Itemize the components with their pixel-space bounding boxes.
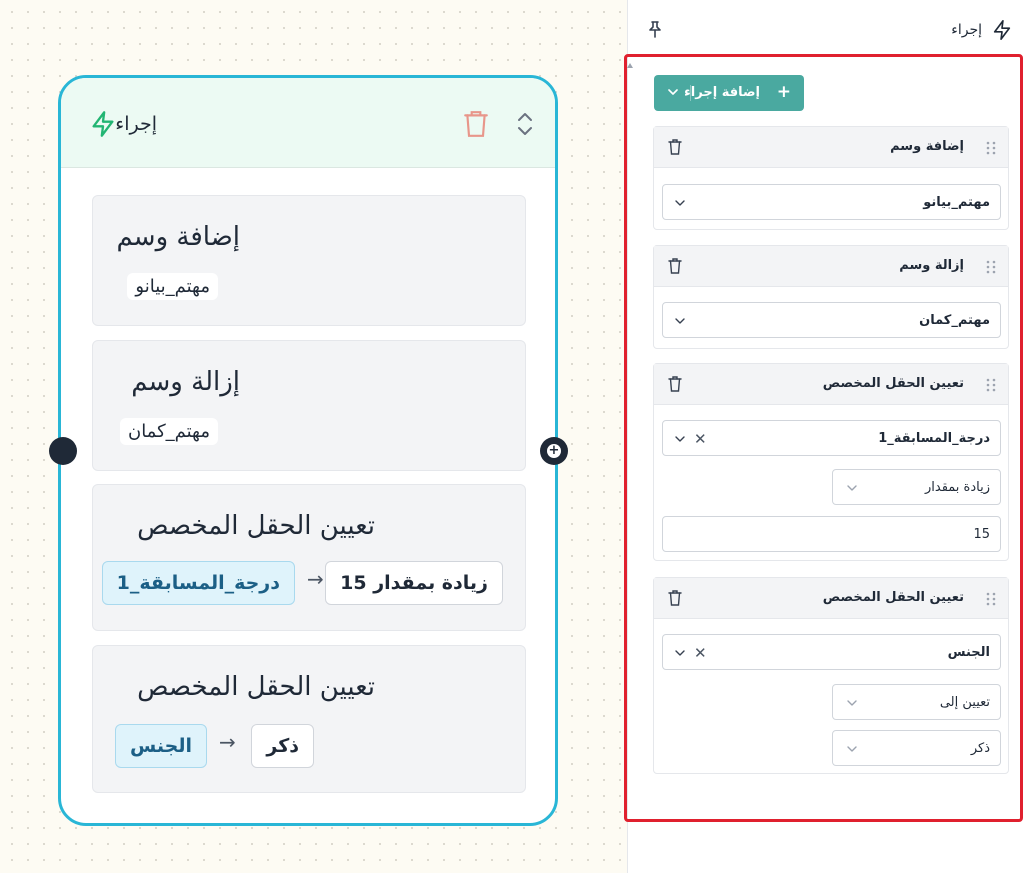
action-title: إضافة وسم xyxy=(890,139,964,154)
action-header: تعيين الحقل المخصص xyxy=(654,578,1008,619)
trash-icon[interactable] xyxy=(463,110,489,138)
trash-icon[interactable] xyxy=(668,590,682,606)
scroll-up-icon[interactable] xyxy=(627,63,633,68)
plus-icon: + xyxy=(776,82,791,102)
field-value: زيادة بمقدار 15 xyxy=(325,561,503,605)
chevron-down-icon[interactable] xyxy=(847,483,857,493)
chevron-down-icon[interactable] xyxy=(675,316,685,326)
drag-handle-icon[interactable] xyxy=(986,592,996,606)
tag-select-value: مهتم_بيانو xyxy=(923,195,990,210)
panel-header: إجراء xyxy=(629,0,1027,52)
operation-select[interactable]: زيادة بمقدار xyxy=(832,469,1001,505)
action-header: تعيين الحقل المخصص xyxy=(654,364,1008,405)
action-node[interactable]: إجراء إضافة وسم مهتم_بيانو إزالة وسم مهت… xyxy=(58,75,558,826)
action-header: إضافة وسم xyxy=(654,127,1008,168)
field-select[interactable]: الجنس ✕ xyxy=(662,634,1001,670)
add-action-button[interactable]: + إضافة إجراء xyxy=(654,75,804,111)
field-select-value: الجنس xyxy=(947,645,990,660)
value-select[interactable]: ذكر xyxy=(832,730,1001,766)
action-block-set-field: تعيين الحقل المخصص درجة_المسابقة_1 ✕ زيا… xyxy=(653,363,1009,561)
operation-select-value: زيادة بمقدار xyxy=(924,480,990,495)
input-handle[interactable] xyxy=(49,437,77,465)
chevron-down-icon[interactable] xyxy=(668,87,678,97)
field-pill: الجنس xyxy=(115,724,207,768)
expand-collapse-icon[interactable] xyxy=(516,111,534,137)
tag-chip: مهتم_كمان xyxy=(119,418,218,445)
panel-title: إجراء xyxy=(951,22,982,38)
pin-icon[interactable] xyxy=(647,20,663,38)
action-block-set-field: تعيين الحقل المخصص الجنس ✕ تعيين إلى ذكر xyxy=(653,577,1009,774)
action-block-remove-tag: إزالة وسم مهتم_كمان xyxy=(653,245,1009,349)
node-title: إجراء xyxy=(115,113,157,135)
add-action-label: إضافة إجراء xyxy=(684,85,760,100)
card-title: إزالة وسم xyxy=(131,367,240,397)
arrow-icon: → xyxy=(307,567,324,591)
chevron-down-icon[interactable] xyxy=(847,744,857,754)
field-value: ذكر xyxy=(251,724,314,768)
operation-select-value: تعيين إلى xyxy=(939,695,990,710)
trash-icon[interactable] xyxy=(668,258,682,274)
action-title: تعيين الحقل المخصص xyxy=(822,590,964,605)
trash-icon[interactable] xyxy=(668,376,682,392)
field-select-value: درجة_المسابقة_1 xyxy=(878,431,990,446)
lightning-icon xyxy=(92,111,114,137)
drag-handle-icon[interactable] xyxy=(986,141,996,155)
node-card-set-field[interactable]: تعيين الحقل المخصص درجة_المسابقة_1 → زيا… xyxy=(92,484,526,631)
chevron-down-icon[interactable] xyxy=(675,198,685,208)
node-card-remove-tag[interactable]: إزالة وسم مهتم_كمان xyxy=(92,340,526,471)
action-header: إزالة وسم xyxy=(654,246,1008,287)
chevron-down-icon[interactable] xyxy=(675,648,685,658)
card-title: تعيين الحقل المخصص xyxy=(137,511,375,541)
tag-select[interactable]: مهتم_بيانو xyxy=(662,184,1001,220)
action-title: إزالة وسم xyxy=(899,258,964,273)
field-pill: درجة_المسابقة_1 xyxy=(101,561,295,605)
chevron-down-icon[interactable] xyxy=(675,434,685,444)
workflow-canvas[interactable]: إجراء إضافة وسم مهتم_بيانو إزالة وسم مهت… xyxy=(0,0,628,873)
operation-select[interactable]: تعيين إلى xyxy=(832,684,1001,720)
output-handle[interactable]: + xyxy=(540,437,568,465)
lightning-icon xyxy=(993,20,1011,40)
clear-icon[interactable]: ✕ xyxy=(694,644,707,662)
tag-select[interactable]: مهتم_كمان xyxy=(662,302,1001,338)
node-header: إجراء xyxy=(61,78,555,168)
value-select-value: ذكر xyxy=(970,741,990,756)
chevron-down-icon[interactable] xyxy=(847,698,857,708)
divider xyxy=(690,85,691,101)
field-select[interactable]: درجة_المسابقة_1 ✕ xyxy=(662,420,1001,456)
action-block-add-tag: إضافة وسم مهتم_بيانو xyxy=(653,126,1009,230)
tag-select-value: مهتم_كمان xyxy=(919,313,990,328)
action-title: تعيين الحقل المخصص xyxy=(822,376,964,391)
drag-handle-icon[interactable] xyxy=(986,260,996,274)
card-title: تعيين الحقل المخصص xyxy=(137,672,375,702)
plus-icon: + xyxy=(547,443,561,458)
node-card-add-tag[interactable]: إضافة وسم مهتم_بيانو xyxy=(92,195,526,326)
value-input[interactable]: 15 xyxy=(662,516,1001,552)
clear-icon[interactable]: ✕ xyxy=(694,430,707,448)
card-title: إضافة وسم xyxy=(116,222,241,252)
value-input-text: 15 xyxy=(973,527,990,542)
arrow-icon: → xyxy=(219,730,236,754)
node-card-set-field[interactable]: تعيين الحقل المخصص الجنس → ذكر xyxy=(92,645,526,793)
properties-panel: إجراء + إضافة إجراء إضافة وسم مهتم_بيانو xyxy=(624,0,1027,873)
tag-chip: مهتم_بيانو xyxy=(127,273,218,300)
drag-handle-icon[interactable] xyxy=(986,378,996,392)
trash-icon[interactable] xyxy=(668,139,682,155)
